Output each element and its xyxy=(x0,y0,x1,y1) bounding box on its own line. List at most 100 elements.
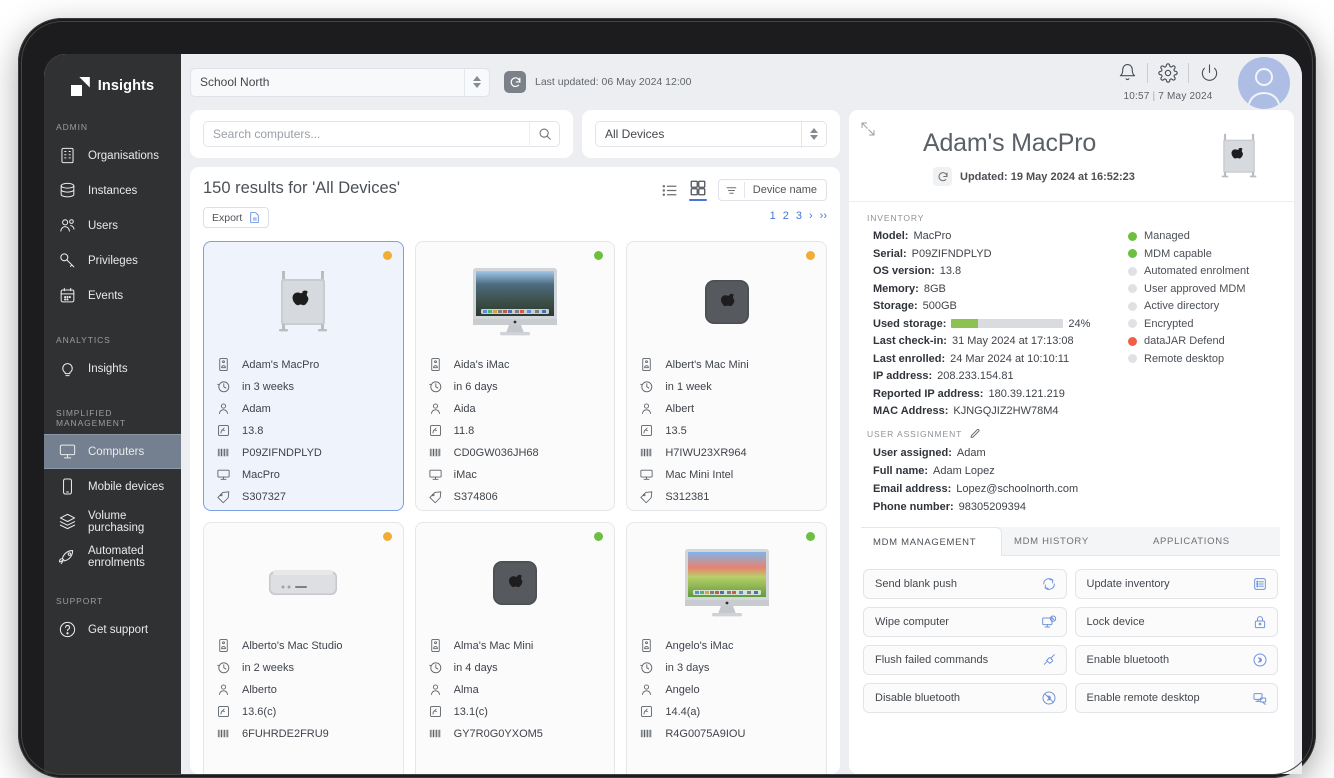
device-due: in 3 days xyxy=(665,661,710,674)
search-input[interactable] xyxy=(213,127,529,141)
sidebar-item-volume-purchasing[interactable]: Volume purchasing xyxy=(44,504,181,539)
page-2[interactable]: 2 xyxy=(783,210,789,222)
list-view-button[interactable] xyxy=(661,182,678,199)
edit-pencil-icon[interactable] xyxy=(969,428,981,440)
nav-group: SIMPLIFIED MANAGEMENT Computers Mobile dev… xyxy=(44,408,181,574)
sidebar-item-users[interactable]: Users xyxy=(44,208,181,243)
inventory-row: Last check-in: 31 May 2024 at 17:13:08 xyxy=(873,335,1128,347)
name-icon xyxy=(638,357,655,372)
inventory-row: OS version: 13.8 xyxy=(873,265,1128,277)
action-enable-remote-desktop-button[interactable]: Enable remote desktop xyxy=(1074,683,1278,713)
search-panel xyxy=(190,110,573,158)
refresh-button[interactable] xyxy=(504,71,526,93)
inventory-label: Last check-in: xyxy=(873,335,947,347)
detail-refresh-button[interactable] xyxy=(933,167,952,186)
settings-gear-button[interactable] xyxy=(1148,56,1188,90)
sidebar-item-privileges[interactable]: Privileges xyxy=(44,243,181,278)
device-name: Aida's iMac xyxy=(453,358,510,371)
tab-mdm-history[interactable]: MDM HISTORY xyxy=(1002,527,1141,555)
page-1[interactable]: 1 xyxy=(770,210,776,222)
tab-applications[interactable]: APPLICATIONS xyxy=(1141,527,1280,555)
action-disable-bluetooth-button[interactable]: Disable bluetooth xyxy=(863,683,1067,713)
user-assignment-row: User assigned: Adam xyxy=(873,447,1280,459)
device-card[interactable]: Aida's iMac in 6 days Aida 11.8 CD0GW036… xyxy=(414,241,616,511)
sidebar-item-insights[interactable]: Insights xyxy=(44,351,181,386)
users-icon xyxy=(58,216,77,235)
device-filter-select[interactable]: All Devices xyxy=(595,120,827,148)
sidebar-item-label: Computers xyxy=(88,445,145,458)
last-page-button[interactable]: ›› xyxy=(820,210,827,222)
device-card-row: Adam's MacPro xyxy=(215,357,392,372)
search-icon[interactable] xyxy=(529,121,559,147)
user-assignment-label: Email address: xyxy=(873,483,952,495)
device-card-row: 13.5 xyxy=(638,423,815,438)
sidebar-item-events[interactable]: Events xyxy=(44,278,181,313)
device-serial: CD0GW036JH68 xyxy=(453,446,539,459)
sidebar-item-automated-enrolments[interactable]: Automated enrolments xyxy=(44,539,181,574)
avatar[interactable] xyxy=(1238,56,1290,109)
export-icon xyxy=(250,212,260,223)
organisation-select[interactable]: School North xyxy=(190,67,490,97)
device-card-row: Alberto xyxy=(215,682,392,697)
inventory-label: IP address: xyxy=(873,370,933,382)
sidebar-item-get-support[interactable]: Get support xyxy=(44,612,181,647)
tab-mdm-management[interactable]: MDM MANAGEMENT xyxy=(861,527,1002,556)
device-os: 13.1(c) xyxy=(453,705,488,718)
grid-view-button[interactable] xyxy=(688,179,707,201)
device-due: in 2 weeks xyxy=(242,661,294,674)
device-flag: MDM capable xyxy=(1128,248,1280,260)
results-header-right: Device name 1 2 3 › ›› xyxy=(661,179,827,222)
content-columns: All Devices 150 results for 'All Devices… xyxy=(181,110,1302,774)
stepper-icon[interactable] xyxy=(801,120,826,148)
export-button[interactable]: Export xyxy=(203,207,270,228)
action-label: Enable remote desktop xyxy=(1086,692,1200,704)
stepper-icon[interactable] xyxy=(464,68,489,96)
sidebar-item-label: Users xyxy=(88,219,119,232)
sidebar-item-label: Mobile devices xyxy=(88,480,165,493)
collapse-panel-icon[interactable] xyxy=(859,120,877,138)
device-card-row: iMac xyxy=(427,467,604,482)
device-card[interactable]: Angelo's iMac in 3 days Angelo 14.4(a) R… xyxy=(626,522,827,774)
remote-desktop-icon xyxy=(1252,690,1268,706)
action-send-blank-push-button[interactable]: Send blank push xyxy=(863,569,1067,599)
sort-control[interactable]: Device name xyxy=(717,179,827,201)
user-assignment-list: User assigned: Adam Full name: Adam Lopez… xyxy=(861,447,1280,513)
device-card-row: P09ZIFNDPLYD xyxy=(215,445,392,460)
device-card-row: Alma's Mac Mini xyxy=(427,638,604,653)
inventory-value: 208.233.154.81 xyxy=(937,370,1014,382)
device-card[interactable]: Adam's MacPro in 3 weeks Adam 13.8 P09ZI… xyxy=(203,241,404,511)
user-assignment-label: Full name: xyxy=(873,465,929,477)
sidebar-item-mobile-devices[interactable]: Mobile devices xyxy=(44,469,181,504)
device-card[interactable]: Alma's Mac Mini in 4 days Alma 13.1(c) G… xyxy=(414,522,616,774)
flag-label: Remote desktop xyxy=(1144,352,1225,365)
action-wipe-computer-button[interactable]: Wipe computer xyxy=(863,607,1067,637)
device-asset-tag: S312381 xyxy=(665,490,710,503)
notifications-button[interactable] xyxy=(1107,56,1147,90)
action-update-inventory-button[interactable]: Update inventory xyxy=(1074,569,1278,599)
device-card[interactable]: Albert's Mac Mini in 1 week Albert 13.5 … xyxy=(626,241,827,511)
inventory-value: 31 May 2024 at 17:13:08 xyxy=(951,335,1074,347)
inventory-value: 8GB xyxy=(923,282,946,295)
action-flush-failed-commands-button[interactable]: Flush failed commands xyxy=(863,645,1067,675)
next-page-button[interactable]: › xyxy=(809,210,813,222)
status-dot xyxy=(806,532,815,541)
user-assignment-label-text: USER ASSIGNMENT xyxy=(867,429,963,439)
device-card-row: Albert xyxy=(638,401,815,416)
action-enable-bluetooth-button[interactable]: Enable bluetooth xyxy=(1074,645,1278,675)
used-storage-bar xyxy=(951,319,1064,328)
power-button[interactable] xyxy=(1189,56,1229,90)
device-due: in 3 weeks xyxy=(242,380,294,393)
clock: 10:57 | 7 May 2024 xyxy=(1107,91,1229,102)
due-icon xyxy=(638,660,655,675)
calendar-icon xyxy=(58,286,77,305)
action-lock-device-button[interactable]: Lock device xyxy=(1074,607,1278,637)
sidebar-item-instances[interactable]: Instances xyxy=(44,173,181,208)
inventory-row: Memory: 8GB xyxy=(873,283,1128,295)
lightbulb-icon xyxy=(58,359,77,378)
page-3[interactable]: 3 xyxy=(796,210,802,222)
status-dot xyxy=(382,532,392,541)
device-detail-panel: Adam's MacPro Updated: 19 May 2024 at 16… xyxy=(849,110,1294,774)
device-card[interactable]: Alberto's Mac Studio in 2 weeks Alberto … xyxy=(203,522,404,774)
sidebar-item-computers[interactable]: Computers xyxy=(44,434,181,469)
sidebar-item-organisations[interactable]: Organisations xyxy=(44,138,181,173)
